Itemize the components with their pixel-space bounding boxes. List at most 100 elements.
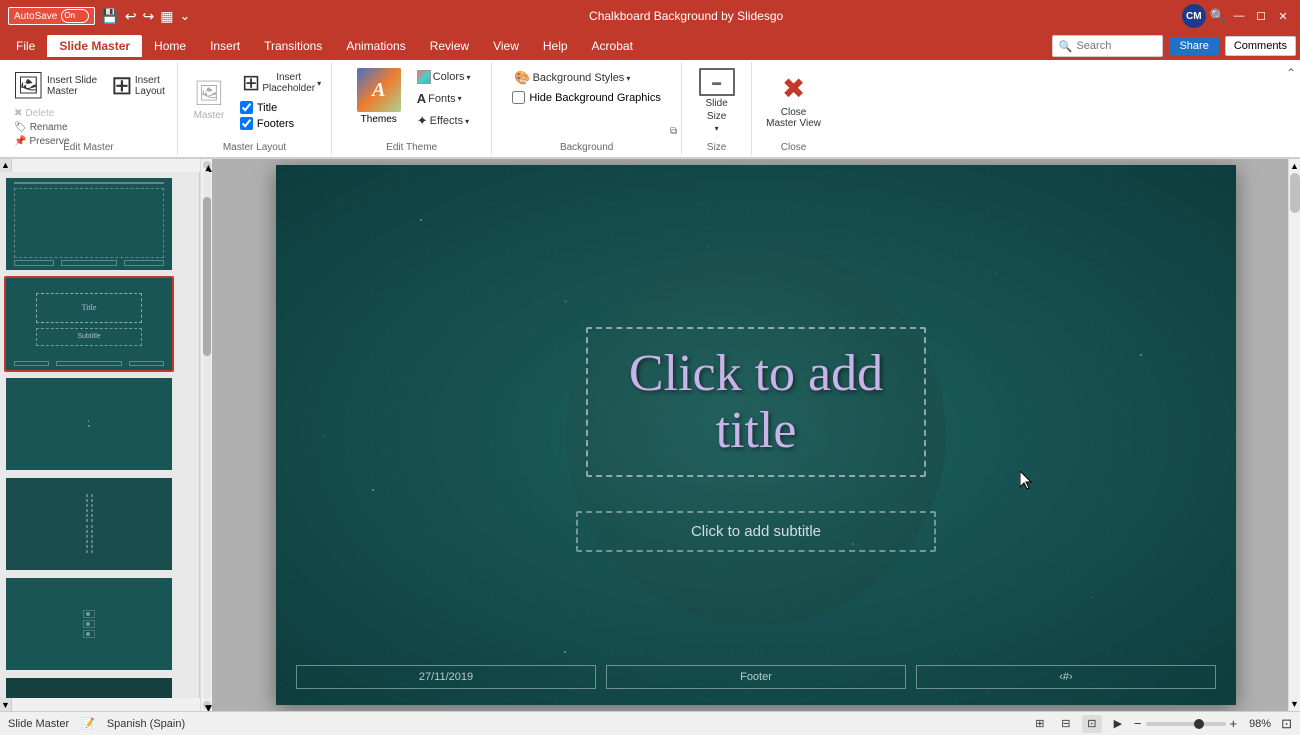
master-layout-label: Master Layout [178,142,331,153]
user-avatar[interactable]: CM [1182,4,1206,28]
footer-text-box[interactable]: Footer [606,665,906,689]
tab-insert[interactable]: Insert [198,35,252,57]
tab-review[interactable]: Review [418,35,481,57]
language-label: Spanish (Spain) [107,718,185,730]
background-styles-button[interactable]: 🎨 Background Styles ▾ [510,68,634,88]
insert-layout-button[interactable]: ⊞ Insert Layout [105,66,171,105]
title-checkbox[interactable]: Title [238,100,325,115]
footer-date-box[interactable]: 27/11/2019 [296,665,596,689]
share-button[interactable]: Share [1169,37,1218,55]
slide-thumb-5[interactable] [4,576,174,672]
search-bar[interactable]: 🔍 [1052,35,1164,57]
edit-theme-label: Edit Theme [332,142,491,153]
search-input[interactable] [1076,40,1156,52]
maximize-button[interactable]: ☐ [1252,7,1270,25]
subtitle-placeholder[interactable]: Click to add subtitle [576,511,936,552]
zoom-slider[interactable] [1146,722,1226,726]
master-label: Master [194,110,225,121]
effects-button[interactable]: ✦ Effects ▾ [413,111,475,131]
themes-button[interactable]: A Themes [349,64,409,129]
master-button[interactable]: 🖼 Master [184,76,234,124]
footers-check[interactable] [240,117,253,130]
zoom-plus-button[interactable]: + [1230,716,1238,731]
tab-file[interactable]: File [4,35,47,57]
insert-placeholder-button[interactable]: ⊞ Insert Placeholder ▾ [238,68,325,98]
hide-bg-checkbox[interactable]: Hide Background Graphics [510,90,662,105]
delete-icon: ✖ [14,108,22,119]
insert-layout-icon: ⊞ [111,70,133,101]
autosave-badge[interactable]: AutoSave On [8,7,95,25]
undo-icon[interactable]: ↩ [125,8,137,25]
autosave-toggle[interactable]: On [61,9,89,23]
close-button[interactable]: ✕ [1274,7,1292,25]
sidebar-scroll-thumb-down[interactable]: ▼ [203,701,211,709]
canvas-scroll-thumb[interactable] [1290,173,1300,213]
minimize-button[interactable]: — [1230,7,1248,25]
insert-slide-master-icon: 🖼 [12,70,45,101]
footers-checkbox[interactable]: Footers [238,116,325,131]
tab-slide-master[interactable]: Slide Master [47,35,142,57]
tab-help[interactable]: Help [531,35,580,57]
canvas-scroll-up[interactable]: ▲ [1288,159,1300,173]
reading-view-button[interactable]: ⊡ [1082,715,1102,733]
rename-icon: 🏷 [14,122,27,133]
comments-button[interactable]: Comments [1225,36,1296,56]
close-label: Close [752,142,835,153]
customize-icon[interactable]: ⌄ [180,8,191,24]
tab-acrobat[interactable]: Acrobat [580,35,645,57]
status-left: Slide Master 📝 Spanish (Spain) [8,717,185,730]
size-label: Size [682,142,751,153]
main-area: ▲ Title [0,159,1300,711]
slide-thumb-3[interactable] [4,376,174,472]
title-check[interactable] [240,101,253,114]
sidebar-scroll-down[interactable]: ▼ [0,698,12,711]
tab-view[interactable]: View [481,35,531,57]
delete-button[interactable]: ✖ Delete [10,107,73,120]
placeholder-dropdown-icon: ▾ [317,79,321,88]
search-icon: 🔍 [1059,40,1073,53]
slideshow-button[interactable]: ▶ [1108,715,1128,733]
insert-slide-master-button[interactable]: 🖼 Insert Slide Master [6,66,103,105]
footer-date-text: 27/11/2019 [419,671,473,683]
close-master-view-button[interactable]: ✖ CloseMaster View [758,68,829,133]
tab-home[interactable]: Home [142,35,198,57]
footer-page-box[interactable]: ‹#› [916,665,1216,689]
ribbon-collapse-button[interactable]: ⌃ [1282,62,1300,155]
title-placeholder[interactable]: Click to add title [586,327,926,477]
slide-thumb-4[interactable] [4,476,174,572]
canvas-scroll-track[interactable] [1290,173,1300,697]
sidebar-scroll-track[interactable] [203,171,211,699]
slide-thumb-2[interactable]: Title Subtitle [4,276,174,372]
fit-slide-button[interactable]: ⊡ [1281,716,1292,732]
slide-size-button[interactable]: ▬ Slide Size ▾ [693,65,741,136]
slide-thumb-1[interactable] [4,176,174,272]
search-icon-title[interactable]: 🔍 [1210,8,1226,24]
canvas-scroll-down[interactable]: ▼ [1288,697,1300,711]
fonts-button[interactable]: A Fonts ▾ [413,89,475,108]
tab-transitions[interactable]: Transitions [252,35,334,57]
zoom-minus-button[interactable]: − [1134,716,1142,731]
insert-label: Insert [135,75,160,86]
slide-canvas[interactable]: Click to add title Click to add subtitle… [276,165,1236,705]
slide-size-icon: ▬ [699,68,735,96]
tab-animations[interactable]: Animations [334,35,417,57]
presentation-icon[interactable]: ▦ [160,8,173,25]
redo-icon[interactable]: ↪ [143,8,155,25]
slide-panel: Title Subtitle [0,172,200,699]
notes-icon[interactable]: 📝 [81,717,95,730]
slide-sorter-button[interactable]: ⊟ [1056,715,1076,733]
slide-size-dropdown-icon: ▾ [715,124,719,133]
status-right: ⊞ ⊟ ⊡ ▶ − + 98% ⊡ [1030,715,1292,733]
sidebar-with-scroll: ▲ Title [0,159,200,711]
colors-button[interactable]: Colors ▾ [413,68,475,86]
sidebar-scroll-thumb-up[interactable]: ▲ [203,161,211,169]
normal-view-button[interactable]: ⊞ [1030,715,1050,733]
rename-button[interactable]: 🏷 Rename [10,121,73,134]
slide-thumb-6[interactable] [4,676,174,699]
sidebar-scroll-thumb[interactable] [203,197,211,355]
title-bar-title: Chalkboard Background by Slidesgo [190,9,1181,23]
save-icon[interactable]: 💾 [101,8,118,25]
hide-bg-check[interactable] [512,91,525,104]
background-dialog-launcher[interactable]: ⧉ [670,126,677,137]
sidebar-scrollbar: ▲ ▼ [200,159,212,711]
